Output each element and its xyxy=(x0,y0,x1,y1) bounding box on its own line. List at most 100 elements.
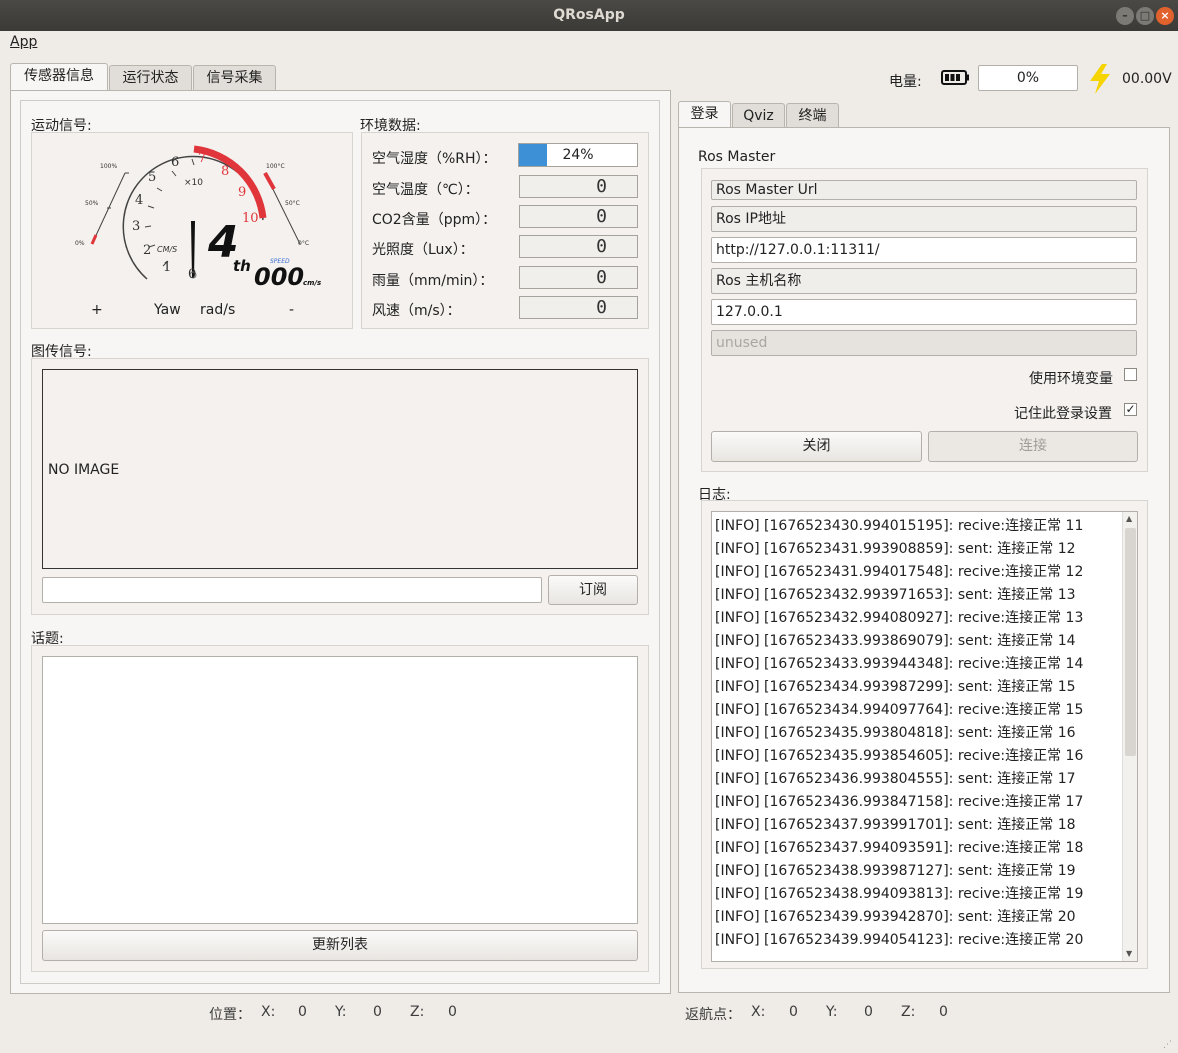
rain-label: 雨量（mm/min）： xyxy=(372,273,494,289)
position-label: 位置： xyxy=(209,1007,251,1023)
battery-label: 电量: xyxy=(889,74,922,90)
ros-master-title: Ros Master xyxy=(698,149,776,165)
log-line: [INFO] [1676523439.994054123]: recive:连接… xyxy=(715,932,1084,948)
home-z-label: Z: xyxy=(901,1004,916,1020)
left-scale-100: 100% xyxy=(100,163,118,170)
image-view: NO IMAGE xyxy=(42,369,638,569)
unused-input: unused xyxy=(711,330,1137,356)
home-label: 返航点： xyxy=(685,1007,741,1023)
wind-label: 风速（m/s）： xyxy=(372,303,461,319)
position-x-value: 0 xyxy=(298,1004,307,1020)
lux-lcd: 0 xyxy=(519,235,638,258)
position-y-label: Y: xyxy=(335,1004,347,1020)
tab-sensor-info[interactable]: 传感器信息 xyxy=(10,63,108,91)
subscribe-button[interactable]: 订阅 xyxy=(548,575,638,605)
master-url-label: Ros Master Url xyxy=(711,180,1137,200)
log-line: [INFO] [1676523437.994093591]: recive:连接… xyxy=(715,840,1084,856)
log-line: [INFO] [1676523431.993908859]: sent: 连接正… xyxy=(715,541,1076,557)
gauge-tick-8: 8 xyxy=(221,164,230,179)
humidity-value: 24% xyxy=(562,147,594,163)
battery-voltage: 00.00V xyxy=(1122,71,1172,87)
tab-login[interactable]: 登录 xyxy=(678,101,731,129)
master-url-input[interactable]: http://127.0.0.1:11311/ xyxy=(711,237,1137,263)
position-y-value: 0 xyxy=(373,1004,382,1020)
battery-icon xyxy=(941,69,971,86)
tab-label: Qviz xyxy=(743,108,774,124)
log-line: [INFO] [1676523431.994017548]: recive:连接… xyxy=(715,564,1084,580)
tab-label: 终端 xyxy=(798,108,827,124)
window-title: QRosApp xyxy=(553,7,625,23)
yaw-minus: - xyxy=(289,302,295,318)
gauge-tick-9: 9 xyxy=(238,185,247,200)
tab-run-status[interactable]: 运行状态 xyxy=(109,65,192,91)
co2-lcd: 0 xyxy=(519,205,638,228)
gauge-multiplier: ×10 xyxy=(184,178,203,188)
gauge-tick-5: 5 xyxy=(148,170,157,185)
scroll-up-icon[interactable]: ▲ xyxy=(1126,514,1132,523)
topics-list[interactable] xyxy=(42,656,638,924)
log-scrollbar[interactable]: ▲ ▼ xyxy=(1122,512,1137,961)
log-line: [INFO] [1676523435.993854605]: recive:连接… xyxy=(715,748,1084,764)
menu-app[interactable]: App xyxy=(10,34,37,50)
home-y-value: 0 xyxy=(864,1004,873,1020)
use-env-checkbox[interactable] xyxy=(1124,368,1137,381)
menu-app-label: App xyxy=(10,34,38,50)
tab-terminal[interactable]: 终端 xyxy=(786,103,839,129)
speed-unit: cm/s xyxy=(303,279,322,287)
right-scale-50: 50°C xyxy=(285,200,300,207)
tab-signal-collect[interactable]: 信号采集 xyxy=(193,65,276,91)
log-line: [INFO] [1676523439.993942870]: sent: 连接正… xyxy=(715,909,1076,925)
maximize-icon[interactable]: □ xyxy=(1136,7,1154,25)
tab-qviz[interactable]: Qviz xyxy=(732,103,785,129)
hostname-label: Ros 主机名称 xyxy=(711,268,1137,294)
resize-grip-icon[interactable]: ⋰ xyxy=(1163,1040,1173,1050)
log-group: [INFO] [1676523430.994015195]: recive:连接… xyxy=(701,500,1148,969)
topics-group: 更新列表 xyxy=(31,645,649,972)
close-icon[interactable]: × xyxy=(1156,7,1174,25)
yaw-plus: + xyxy=(91,302,103,318)
gauge-tick-2: 2 xyxy=(143,243,152,258)
minimize-icon[interactable]: – xyxy=(1116,7,1134,25)
gauge-tick-3: 3 xyxy=(132,219,141,234)
connect-button[interactable]: 连接 xyxy=(928,431,1138,462)
log-line: [INFO] [1676523438.994093813]: recive:连接… xyxy=(715,886,1084,902)
log-line: [INFO] [1676523432.994080927]: recive:连接… xyxy=(715,610,1084,626)
topic-input[interactable] xyxy=(42,577,542,603)
log-view[interactable]: [INFO] [1676523430.994015195]: recive:连接… xyxy=(711,511,1138,962)
gauge-unit: CM/S xyxy=(157,245,178,254)
remember-checkbox[interactable]: ✓ xyxy=(1124,403,1137,416)
log-line: [INFO] [1676523433.993869079]: sent: 连接正… xyxy=(715,633,1076,649)
menubar: App xyxy=(0,31,1178,53)
hostname-input[interactable]: 127.0.0.1 xyxy=(711,299,1137,325)
gauge-tick-7: 7 xyxy=(198,151,207,166)
wind-lcd: 0 xyxy=(519,296,638,319)
log-line: [INFO] [1676523434.993987299]: sent: 连接正… xyxy=(715,679,1076,695)
ros-ip-label: Ros IP地址 xyxy=(711,206,1137,232)
window-titlebar: QRosApp xyxy=(0,0,1178,31)
tab-label: 传感器信息 xyxy=(24,68,94,84)
temperature-label: 空气温度（℃）： xyxy=(372,182,479,198)
log-line: [INFO] [1676523436.993847158]: recive:连接… xyxy=(715,794,1084,810)
humidity-label: 空气湿度（%RH）： xyxy=(372,151,497,167)
yaw-unit: rad/s xyxy=(200,302,236,318)
refresh-list-button[interactable]: 更新列表 xyxy=(42,930,638,961)
home-z-value: 0 xyxy=(939,1004,948,1020)
position-x-label: X: xyxy=(261,1004,276,1020)
gauge-tick-6: 6 xyxy=(171,155,180,170)
ros-master-group: Ros Master Url Ros IP地址 http://127.0.0.1… xyxy=(701,168,1148,472)
log-line: [INFO] [1676523432.993971653]: sent: 连接正… xyxy=(715,587,1076,603)
gauge-tick-4: 4 xyxy=(135,193,144,208)
log-line: [INFO] [1676523436.993804555]: sent: 连接正… xyxy=(715,771,1076,787)
log-line: [INFO] [1676523438.993987127]: sent: 连接正… xyxy=(715,863,1076,879)
image-group: NO IMAGE 订阅 xyxy=(31,358,649,615)
scroll-down-icon[interactable]: ▼ xyxy=(1126,949,1132,958)
log-scroll-thumb[interactable] xyxy=(1125,528,1136,756)
home-y-label: Y: xyxy=(826,1004,838,1020)
no-image-label: NO IMAGE xyxy=(48,462,120,478)
right-scale-100: 100°C xyxy=(266,163,285,170)
close-button[interactable]: 关闭 xyxy=(711,431,922,462)
tab-label: 信号采集 xyxy=(206,70,263,86)
tab-label: 运行状态 xyxy=(122,70,179,86)
home-x-value: 0 xyxy=(789,1004,798,1020)
position-z-label: Z: xyxy=(410,1004,425,1020)
